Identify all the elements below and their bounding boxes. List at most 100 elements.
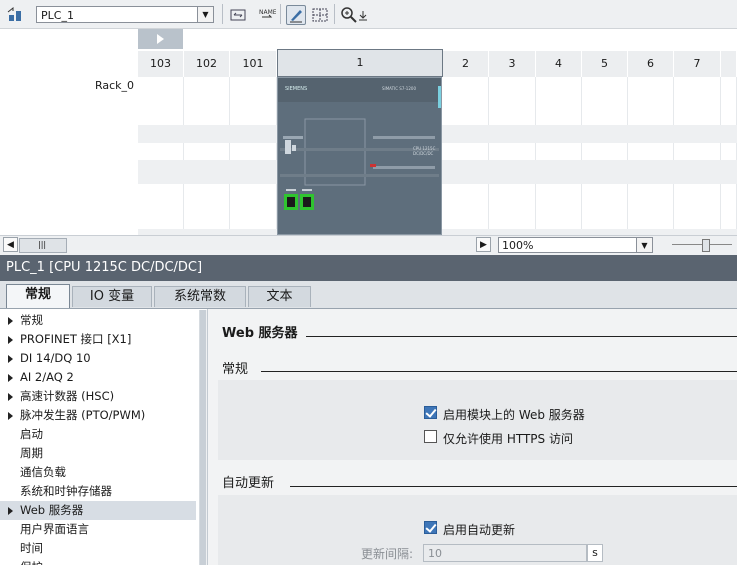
swap-icon[interactable] xyxy=(228,5,248,25)
device-select-value: PLC_1 xyxy=(41,9,74,22)
toolbar: PLC_1 ▼ NAME xyxy=(0,0,737,29)
network-view-icon[interactable] xyxy=(5,5,25,25)
nav-item-label: Web 服务器 xyxy=(20,503,84,517)
auto-update-group-title: 自动更新 xyxy=(222,476,275,491)
slot-header: 3 xyxy=(489,51,536,77)
section-divider xyxy=(290,486,737,487)
device-select[interactable]: PLC_1 ▼ xyxy=(36,6,214,23)
nav-item[interactable]: 启动 xyxy=(0,425,196,444)
inspector-tabbar: 常规 IO 变量 系统常数 文本 xyxy=(0,281,737,309)
slot-column[interactable] xyxy=(443,77,489,235)
slot-header-selected: 1 xyxy=(277,49,443,77)
property-nav-tree: 常规 PROFINET 接口 [X1] DI 14/DQ 10 AI 2/AQ 2 高速… xyxy=(0,309,208,565)
nav-item-label: 周期 xyxy=(20,446,43,460)
nav-item-label: 时间 xyxy=(20,541,43,555)
expand-arrow-icon[interactable] xyxy=(8,393,13,401)
https-only-label: 仅允许使用 HTTPS 访问 xyxy=(443,432,573,446)
expand-icon[interactable] xyxy=(138,29,183,49)
inspector-title: PLC_1 [CPU 1215C DC/DC/DC] xyxy=(0,255,737,281)
web-server-settings-panel: Web 服务器 常规 启用模块上的 Web 服务器 仅允许使用 HTTPS 访问… xyxy=(208,309,737,565)
tab-io-tags[interactable]: IO 变量 xyxy=(72,286,152,307)
https-only-checkbox[interactable] xyxy=(424,430,437,443)
device-rack-view: Rack_0 103 102 101 1 2 3 4 5 6 7 SIEMENS… xyxy=(0,29,737,235)
scroll-right-icon[interactable]: ▶ xyxy=(476,237,491,252)
expand-arrow-icon[interactable] xyxy=(8,317,13,325)
slot-column[interactable] xyxy=(582,77,628,235)
nav-item-label: 高速计数器 (HSC) xyxy=(20,389,115,403)
nav-item-label: 脉冲发生器 (PTO/PWM) xyxy=(20,408,146,422)
scroll-left-icon[interactable]: ◀ xyxy=(3,237,18,252)
nav-item[interactable]: AI 2/AQ 2 xyxy=(0,368,196,387)
toolbar-divider xyxy=(280,4,281,24)
enable-auto-update-checkbox[interactable] xyxy=(424,521,437,534)
expand-arrow-icon[interactable] xyxy=(8,355,13,363)
nav-item-label: 通信负载 xyxy=(20,465,66,479)
slot-header xyxy=(721,51,737,77)
show-name-icon[interactable]: NAME xyxy=(257,5,277,25)
slot-header: 5 xyxy=(582,51,628,77)
nav-item-label: 启动 xyxy=(20,427,43,441)
slot-column[interactable] xyxy=(138,77,184,235)
zoom-slider-handle[interactable] xyxy=(702,239,710,252)
nav-item[interactable]: DI 14/DQ 10 xyxy=(0,349,196,368)
expand-arrow-icon[interactable] xyxy=(8,412,13,420)
expand-arrow-icon[interactable] xyxy=(8,336,13,344)
nav-scrollbar-thumb[interactable] xyxy=(200,310,206,565)
general-group-title: 常规 xyxy=(222,362,249,377)
slot-header: 2 xyxy=(443,51,489,77)
nav-item[interactable]: 系统和时钟存储器 xyxy=(0,482,196,501)
tab-texts[interactable]: 文本 xyxy=(248,286,311,307)
chevron-down-icon[interactable]: ▼ xyxy=(636,238,652,252)
nav-item[interactable]: 通信负载 xyxy=(0,463,196,482)
rack-label: Rack_0 xyxy=(94,79,134,92)
grid-icon[interactable] xyxy=(310,5,330,25)
toolbar-divider xyxy=(222,4,223,24)
tab-general[interactable]: 常规 xyxy=(6,284,70,308)
nav-item-label: 用户界面语言 xyxy=(20,522,89,536)
chevron-down-icon[interactable]: ▼ xyxy=(197,7,213,22)
svg-text:DC/DC/DC: DC/DC/DC xyxy=(413,151,434,156)
zoom-select[interactable]: 100% ▼ xyxy=(498,237,653,253)
slot-header: 4 xyxy=(536,51,582,77)
nav-item-label: 系统和时钟存储器 xyxy=(20,484,112,498)
draw-icon[interactable] xyxy=(286,5,306,25)
update-interval-input[interactable]: 10 xyxy=(423,544,587,562)
cpu-brand: SIEMENS xyxy=(285,86,307,92)
tab-system-constants[interactable]: 系统常数 xyxy=(154,286,246,307)
download-icon[interactable] xyxy=(356,5,370,25)
nav-item[interactable]: PROFINET 接口 [X1] xyxy=(0,330,196,349)
expand-arrow-icon[interactable] xyxy=(8,507,13,515)
slot-column[interactable] xyxy=(536,77,582,235)
nav-item-label: 保护 xyxy=(20,560,43,565)
enable-web-server-checkbox[interactable] xyxy=(424,406,437,419)
nav-item[interactable]: 时间 xyxy=(0,539,196,558)
nav-item[interactable]: 高速计数器 (HSC) xyxy=(0,387,196,406)
cpu-module[interactable]: SIEMENS SIMATIC S7-1200 CPU 1215C DC/DC/… xyxy=(277,77,442,235)
slot-header: 103 xyxy=(138,51,184,77)
nav-item-label: 常规 xyxy=(20,313,43,327)
slot-column[interactable] xyxy=(489,77,536,235)
nav-item[interactable]: 保护 xyxy=(0,558,196,565)
nav-item[interactable]: 常规 xyxy=(0,311,196,330)
nav-item-label: AI 2/AQ 2 xyxy=(20,370,74,384)
slot-column[interactable] xyxy=(628,77,674,235)
slot-header: 101 xyxy=(230,51,277,77)
section-divider xyxy=(261,371,737,372)
nav-item[interactable]: 脉冲发生器 (PTO/PWM) xyxy=(0,406,196,425)
toolbar-divider xyxy=(334,4,335,24)
nav-item[interactable]: 用户界面语言 xyxy=(0,520,196,539)
slot-column[interactable] xyxy=(674,77,721,235)
cpu-model: SIMATIC S7-1200 xyxy=(382,86,416,91)
expand-arrow-icon[interactable] xyxy=(8,374,13,382)
slot-column[interactable] xyxy=(230,77,277,235)
nav-item-label: PROFINET 接口 [X1] xyxy=(20,332,132,346)
nav-item[interactable]: 周期 xyxy=(0,444,196,463)
section-title: Web 服务器 xyxy=(222,326,298,341)
slot-column[interactable] xyxy=(721,77,737,235)
section-divider xyxy=(306,336,737,337)
update-interval-value: 10 xyxy=(428,547,442,560)
update-interval-label: 更新间隔: xyxy=(361,547,414,561)
slot-header: 102 xyxy=(184,51,230,77)
nav-item[interactable]: Web 服务器 xyxy=(0,501,196,520)
slot-column[interactable] xyxy=(184,77,230,235)
